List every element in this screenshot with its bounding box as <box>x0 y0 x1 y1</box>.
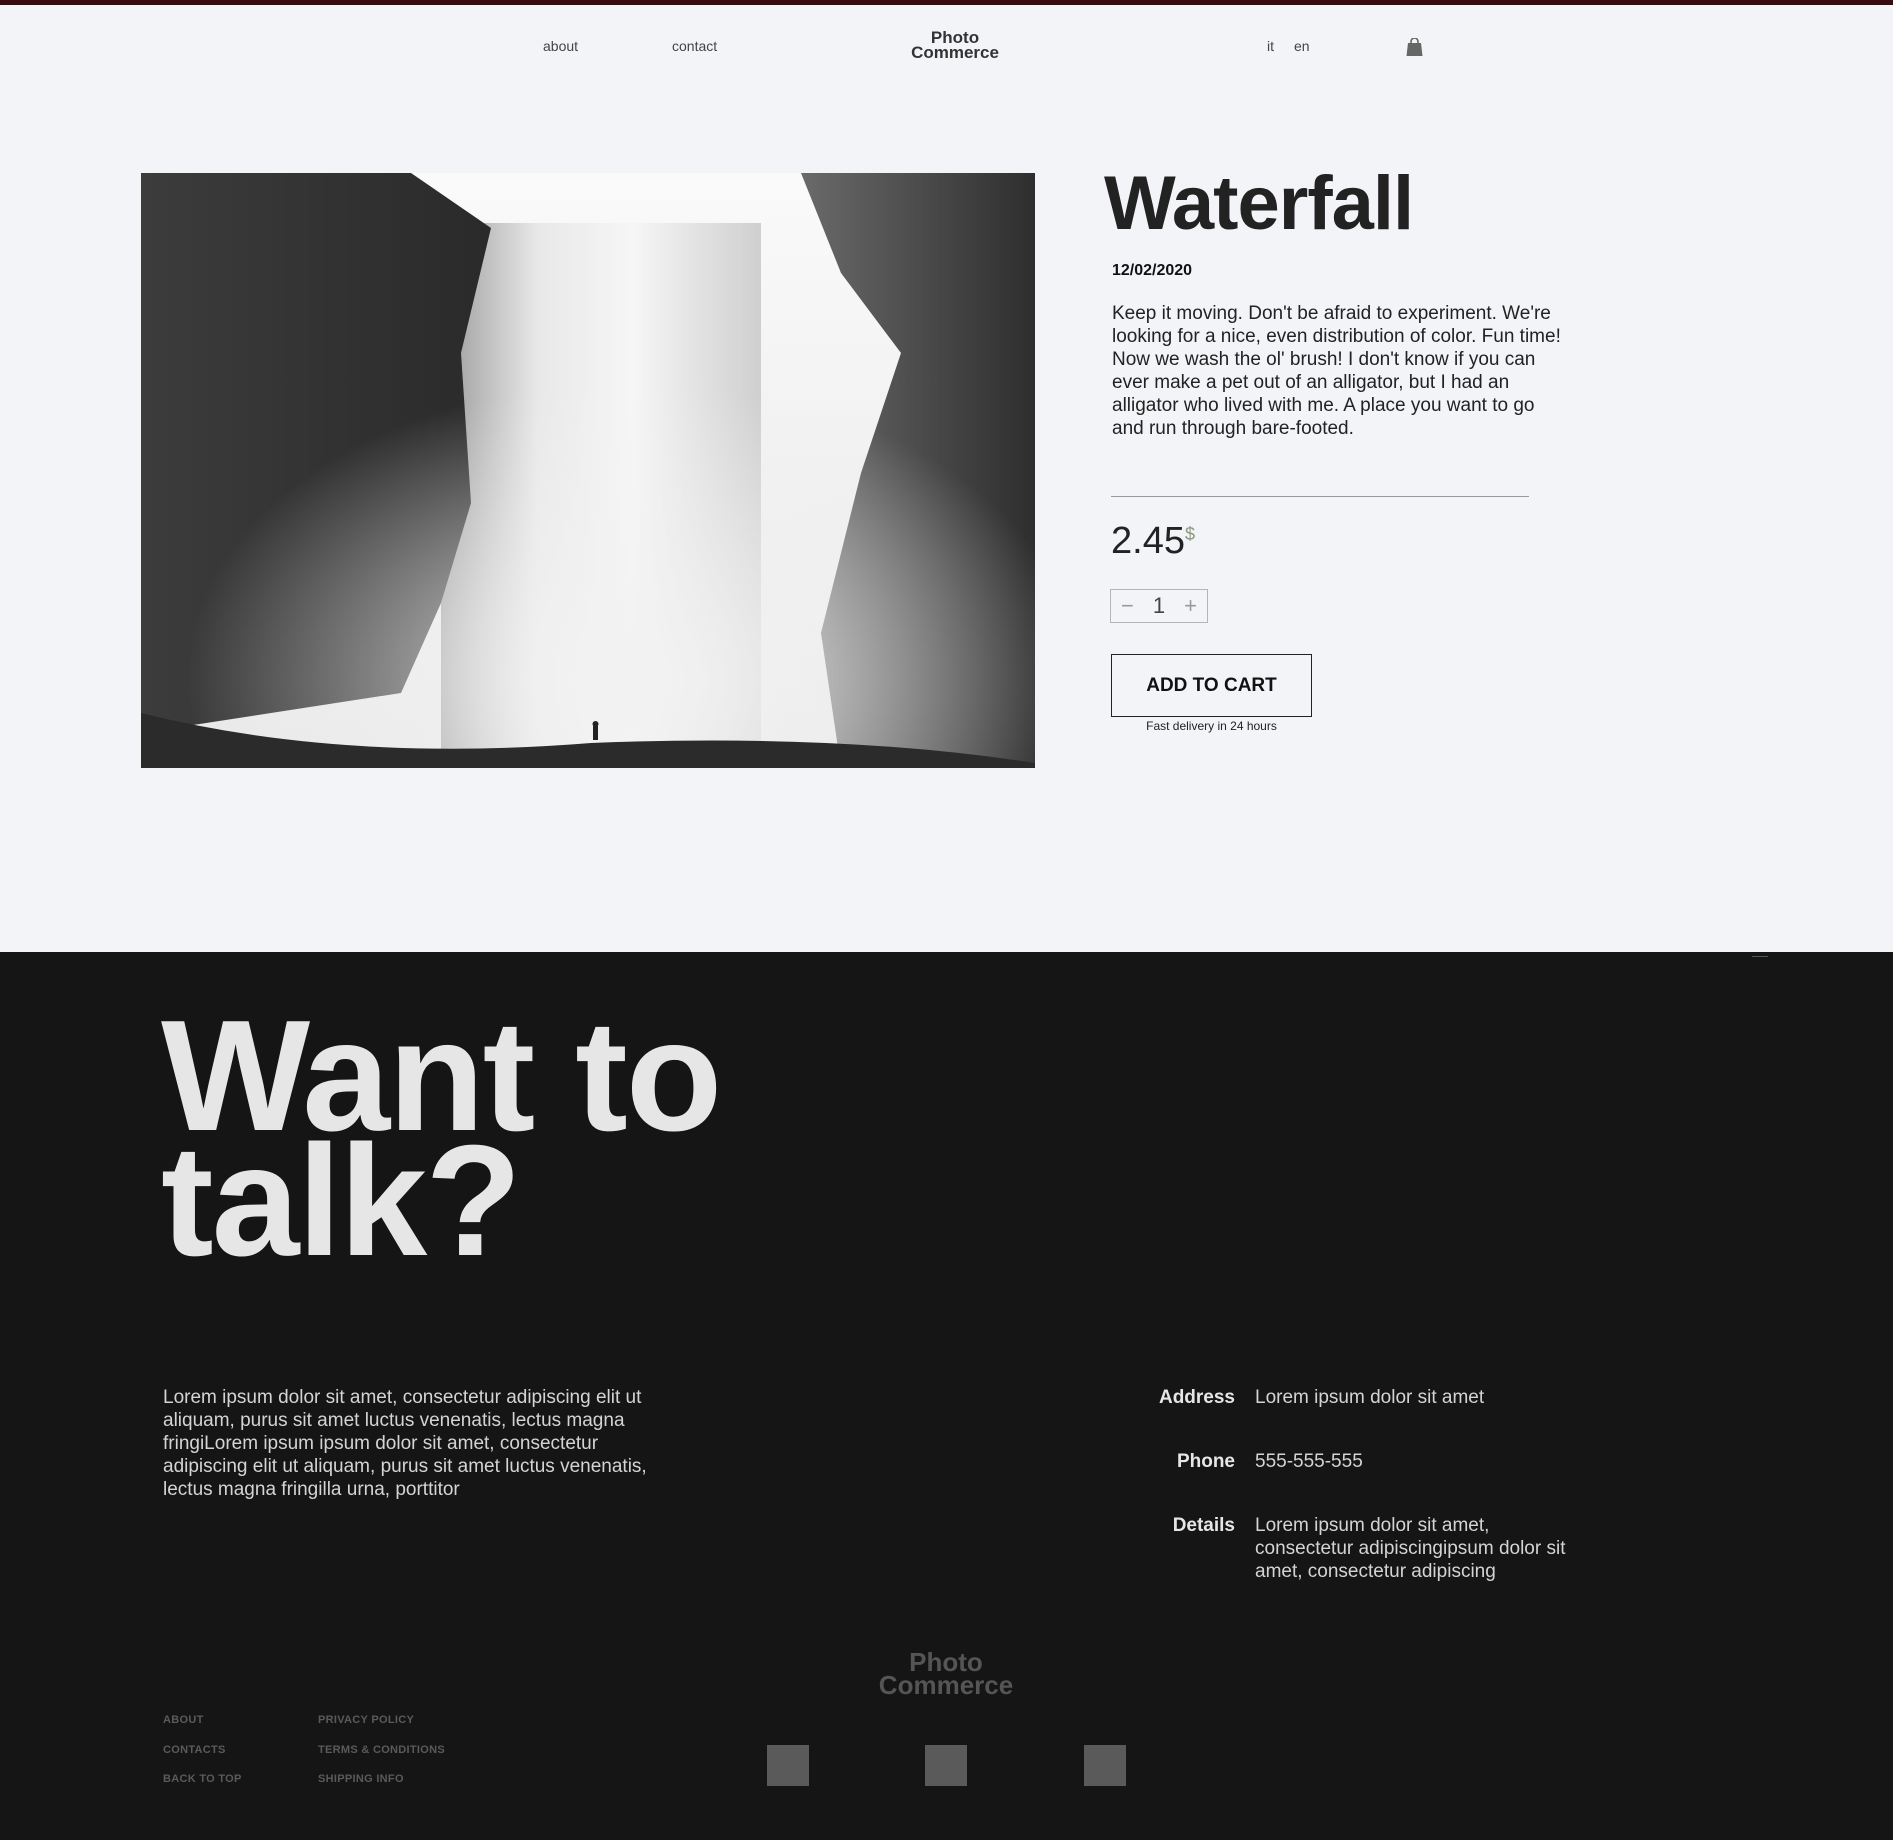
increment-button[interactable]: + <box>1184 595 1197 617</box>
logo-line-2: Commerce <box>911 43 999 62</box>
product-description: Keep it moving. Don't be afraid to exper… <box>1112 303 1561 439</box>
waterfall-image <box>141 173 1035 768</box>
footer-headline: Want to talk? <box>161 997 722 1280</box>
site-footer: Want to talk? Lorem ipsum dolor sit amet… <box>0 952 1893 1840</box>
shopping-bag-icon[interactable] <box>1406 38 1423 57</box>
footer-link-contacts[interactable]: CONTACTS <box>163 1744 226 1756</box>
product-date: 12/02/2020 <box>1112 262 1193 279</box>
footer-link-about[interactable]: ABOUT <box>163 1714 204 1726</box>
social-icon-1[interactable] <box>767 1745 809 1786</box>
language-en-link[interactable]: en <box>1294 38 1310 54</box>
add-to-cart-button[interactable]: ADD TO CART <box>1111 654 1312 717</box>
details-value: Lorem ipsum dolor sit amet, consectetur … <box>1255 1515 1566 1582</box>
social-icon-3[interactable] <box>1084 1745 1126 1786</box>
nav-about-link[interactable]: about <box>543 38 578 54</box>
footer-tick <box>1752 956 1768 957</box>
footer-logo[interactable]: Photo Commerce <box>870 1649 1022 1700</box>
quantity-stepper[interactable]: − 1 + <box>1110 589 1208 623</box>
price-value: 2.45 <box>1111 520 1185 562</box>
footer-description: Lorem ipsum dolor sit amet, consectetur … <box>163 1387 647 1500</box>
product-title: Waterfall <box>1104 161 1414 246</box>
info-row-phone: Phone 555-555-555 <box>1100 1450 1620 1473</box>
price-currency: $ <box>1184 524 1195 544</box>
divider <box>1111 496 1529 497</box>
site-header: about contact Photo Commerce it en <box>0 5 1893 90</box>
address-label: Address <box>1158 1387 1235 1408</box>
decrement-button[interactable]: − <box>1121 595 1134 617</box>
quantity-value[interactable]: 1 <box>1153 595 1165 617</box>
footer-logo-line-2: Commerce <box>878 1670 1014 1700</box>
address-value: Lorem ipsum dolor sit amet <box>1255 1387 1485 1408</box>
product-price: 2.45$ <box>1111 520 1195 563</box>
footer-link-privacy-policy[interactable]: PRIVACY POLICY <box>318 1714 414 1726</box>
info-row-details: Details Lorem ipsum dolor sit amet, cons… <box>1100 1514 1620 1583</box>
delivery-note: Fast delivery in 24 hours <box>1146 719 1277 733</box>
site-logo[interactable]: Photo Commerce <box>900 29 1010 62</box>
product-photo <box>141 173 1035 768</box>
footer-link-back-to-top[interactable]: BACK TO TOP <box>163 1773 242 1785</box>
language-it-link[interactable]: it <box>1267 38 1274 54</box>
social-icon-2[interactable] <box>925 1745 967 1786</box>
footer-link-shipping-info[interactable]: SHIPPING INFO <box>318 1773 404 1785</box>
info-row-address: Address Lorem ipsum dolor sit amet <box>1100 1386 1620 1409</box>
phone-value: 555-555-555 <box>1255 1451 1363 1472</box>
details-label: Details <box>1172 1515 1235 1536</box>
nav-contact-link[interactable]: contact <box>672 38 717 54</box>
phone-label: Phone <box>1176 1451 1235 1472</box>
footer-link-terms[interactable]: TERMS & CONDITIONS <box>318 1744 445 1756</box>
